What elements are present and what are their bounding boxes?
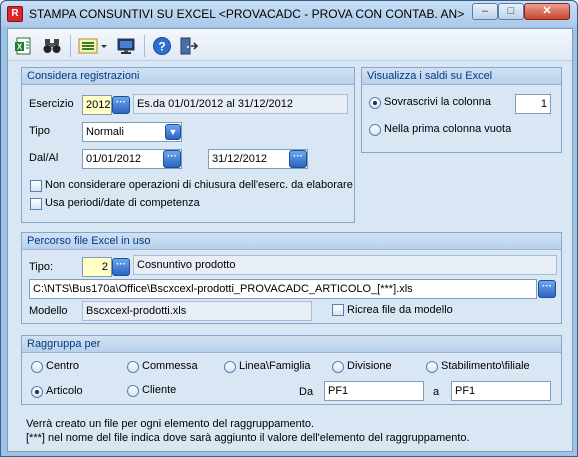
esercizio-label: Esercizio xyxy=(29,98,74,110)
help-icon[interactable]: ? xyxy=(152,36,172,56)
opt-articolo-radio[interactable] xyxy=(31,386,43,398)
export-excel-icon[interactable]: X xyxy=(14,36,34,56)
toolbar-separator xyxy=(144,35,145,57)
percorso-panel: Percorso file Excel in uso Tipo: 2 ··· C… xyxy=(21,232,562,324)
colonna-field[interactable]: 1 xyxy=(515,94,551,114)
percorso-header: Percorso file Excel in uso xyxy=(22,233,561,250)
tipo-label: Tipo xyxy=(29,125,50,137)
chk-competenza-label: Usa periodi/date di competenza xyxy=(45,197,200,209)
da-label: Da xyxy=(299,386,314,398)
opt-sovrascrivi-radio[interactable] xyxy=(369,97,381,109)
chk-competenza-checkbox[interactable] xyxy=(30,198,42,210)
monitor-icon[interactable] xyxy=(116,36,136,56)
da-field[interactable]: PF1 xyxy=(324,381,424,401)
opt-prima-vuota-radio[interactable] xyxy=(369,124,381,136)
app-icon: R xyxy=(7,6,23,22)
minimize-button[interactable]: – xyxy=(472,3,498,20)
opt-articolo-label: Articolo xyxy=(46,385,83,397)
maximize-button[interactable]: □ xyxy=(498,3,524,20)
esercizio-description: Es.da 01/01/2012 al 31/12/2012 xyxy=(133,94,348,114)
note-line-1: Verrà creato un file per ogni elemento d… xyxy=(26,418,315,430)
opt-divisione-label: Divisione xyxy=(347,360,392,372)
percorso-tipo-field[interactable]: 2 xyxy=(82,257,112,277)
opt-sovrascrivi-label: Sovrascrivi la colonna xyxy=(384,96,491,108)
opt-cliente-label: Cliente xyxy=(142,384,177,396)
excel-path-field[interactable]: C:\NTS\Bus170a\Office\Bscxcexl-prodotti_… xyxy=(29,279,537,299)
opt-linea-radio[interactable] xyxy=(224,361,236,373)
dalal-label: Dal/Al xyxy=(29,152,59,164)
opt-centro-radio[interactable] xyxy=(31,361,43,373)
opt-prima-vuota-label: Nella prima colonna vuota xyxy=(384,123,512,135)
opt-stabilimento-radio[interactable] xyxy=(426,361,438,373)
toolbar-separator xyxy=(70,35,71,57)
registrazioni-header: Considera registrazioni xyxy=(22,68,354,85)
chk-chiusura-label: Non considerare operazioni di chiusura d… xyxy=(45,179,353,191)
saldi-header: Visualizza i saldi su Excel xyxy=(362,68,561,85)
binoculars-icon[interactable] xyxy=(42,36,62,56)
al-date-picker-button[interactable]: ··· xyxy=(289,150,307,168)
opt-cliente-radio[interactable] xyxy=(127,385,139,397)
opt-divisione-radio[interactable] xyxy=(332,361,344,373)
modello-field: Bscxcexl-prodotti.xls xyxy=(82,301,312,321)
saldi-panel: Visualizza i saldi su Excel Sovrascrivi … xyxy=(361,67,562,153)
percorso-tipo-lookup-button[interactable]: ··· xyxy=(112,258,130,276)
a-field[interactable]: PF1 xyxy=(451,381,551,401)
note-line-2: [***] nel nome del file indica dove sarà… xyxy=(26,432,470,444)
title-bar[interactable]: R STAMPA CONSUNTIVI SU EXCEL <PROVACADC … xyxy=(1,1,577,27)
client-area: X ? Considera registrazioni Esercizio 20… xyxy=(7,28,573,452)
chevron-down-icon[interactable]: ▼ xyxy=(165,124,181,140)
raggruppa-panel: Raggruppa per Centro Commessa Linea\Fami… xyxy=(21,335,562,405)
chk-chiusura-checkbox[interactable] xyxy=(30,180,42,192)
svg-text:X: X xyxy=(17,43,23,52)
opt-stabilimento-label: Stabilimento\filiale xyxy=(441,360,530,372)
list-menu-icon[interactable] xyxy=(78,36,110,56)
ricrea-label: Ricrea file da modello xyxy=(347,304,453,316)
svg-text:?: ? xyxy=(158,40,165,54)
ricrea-checkbox[interactable] xyxy=(332,304,344,316)
opt-commessa-label: Commessa xyxy=(142,360,198,372)
a-label: a xyxy=(433,386,440,398)
opt-commessa-radio[interactable] xyxy=(127,361,139,373)
modello-label: Modello xyxy=(29,305,68,317)
opt-centro-label: Centro xyxy=(46,360,80,372)
toolbar: X ? xyxy=(8,29,572,61)
esercizio-lookup-button[interactable]: ··· xyxy=(112,96,130,114)
percorso-tipo-description: Cosnuntivo prodotto xyxy=(133,255,557,275)
percorso-tipo-label: Tipo: xyxy=(29,261,54,273)
opt-linea-label: Linea\Famiglia xyxy=(239,360,311,372)
exit-icon[interactable] xyxy=(178,36,199,56)
raggruppa-header: Raggruppa per xyxy=(22,336,561,353)
registrazioni-panel: Considera registrazioni Esercizio 2012 ·… xyxy=(21,67,355,223)
close-button[interactable]: ✕ xyxy=(524,3,570,20)
window-title: STAMPA CONSUNTIVI SU EXCEL <PROVACADC - … xyxy=(29,7,465,21)
main-window: R STAMPA CONSUNTIVI SU EXCEL <PROVACADC … xyxy=(0,0,578,457)
dal-date-picker-button[interactable]: ··· xyxy=(163,150,181,168)
excel-path-browse-button[interactable]: ··· xyxy=(538,280,556,298)
esercizio-field[interactable]: 2012 xyxy=(82,95,112,115)
